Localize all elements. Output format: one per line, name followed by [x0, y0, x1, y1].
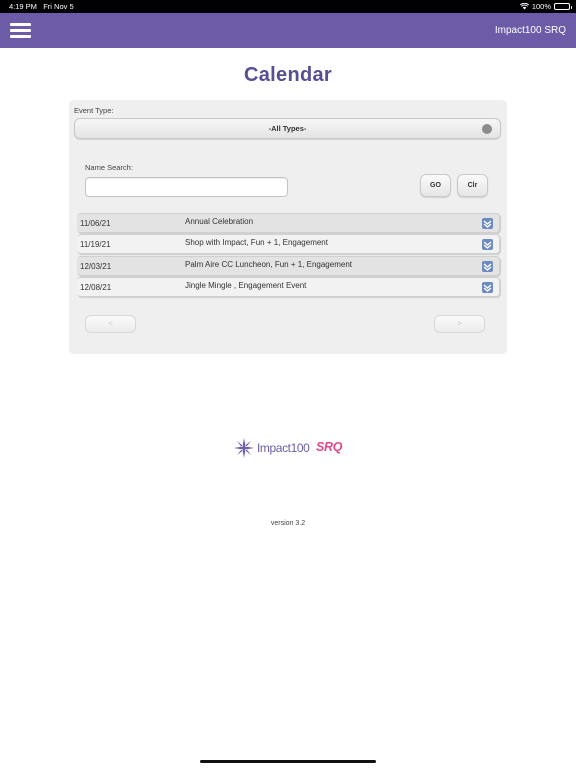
nav-title: Impact100 SRQ	[494, 25, 566, 36]
event-date: 11/06/21	[80, 219, 111, 228]
battery-percent: 100%	[531, 2, 551, 11]
chevron-down-icon[interactable]	[482, 282, 493, 293]
event-type-label: Event Type:	[74, 106, 114, 115]
chevron-down-icon[interactable]	[482, 239, 493, 250]
version-label: version 3.2	[270, 520, 306, 527]
event-row[interactable]: 11/06/21 Annual Celebration	[77, 213, 500, 233]
name-search-label: Name Search:	[85, 163, 133, 172]
chevron-down-icon[interactable]	[482, 218, 493, 229]
event-row[interactable]: 11/19/21 Shop with Impact, Fun + 1, Engag…	[77, 234, 500, 254]
page-title: Calendar	[244, 64, 332, 86]
event-type-value: -All Types-	[268, 124, 307, 133]
battery-icon	[554, 3, 572, 10]
dropdown-indicator-icon	[482, 124, 492, 134]
status-time: 4:19 PM Fri Nov 5	[9, 2, 74, 11]
logo-accent-text: SRQ	[316, 440, 343, 454]
go-button[interactable]: GO	[420, 174, 451, 197]
home-indicator	[200, 760, 376, 763]
nav-bar: Impact100 SRQ	[0, 13, 576, 48]
event-title: Palm Aire CC Luncheon, Fun + 1, Engageme…	[185, 260, 352, 269]
event-type-select[interactable]: -All Types-	[74, 118, 501, 139]
brand-logo: Impact100 SRQ	[233, 437, 345, 459]
wifi-icon	[519, 3, 529, 10]
event-title: Shop with Impact, Fun + 1, Engagement	[185, 238, 328, 247]
event-row[interactable]: 12/03/21 Palm Aire CC Luncheon, Fun + 1, …	[77, 256, 500, 276]
logo-text: Impact100	[257, 441, 310, 455]
event-date: 12/03/21	[80, 262, 112, 271]
name-search-input[interactable]	[85, 177, 288, 197]
event-date: 12/08/21	[80, 283, 112, 292]
event-title: Jingle Mingle , Engagement Event	[185, 281, 307, 290]
calendar-panel: Event Type: -All Types- Name Search: GO …	[69, 100, 507, 354]
event-row[interactable]: 12/08/21 Jingle Mingle , Engagement Event	[77, 277, 500, 297]
hamburger-menu-icon[interactable]	[10, 23, 31, 39]
star-burst-icon	[233, 437, 255, 459]
previous-page-button[interactable]: <	[85, 315, 136, 333]
clear-button[interactable]: Clr	[457, 174, 488, 197]
event-title: Annual Celebration	[185, 217, 254, 226]
chevron-down-icon[interactable]	[482, 261, 493, 272]
next-page-button[interactable]: >	[434, 315, 485, 333]
status-bar: 4:19 PM Fri Nov 5 100%	[0, 0, 576, 13]
event-date: 11/19/21	[80, 240, 111, 249]
